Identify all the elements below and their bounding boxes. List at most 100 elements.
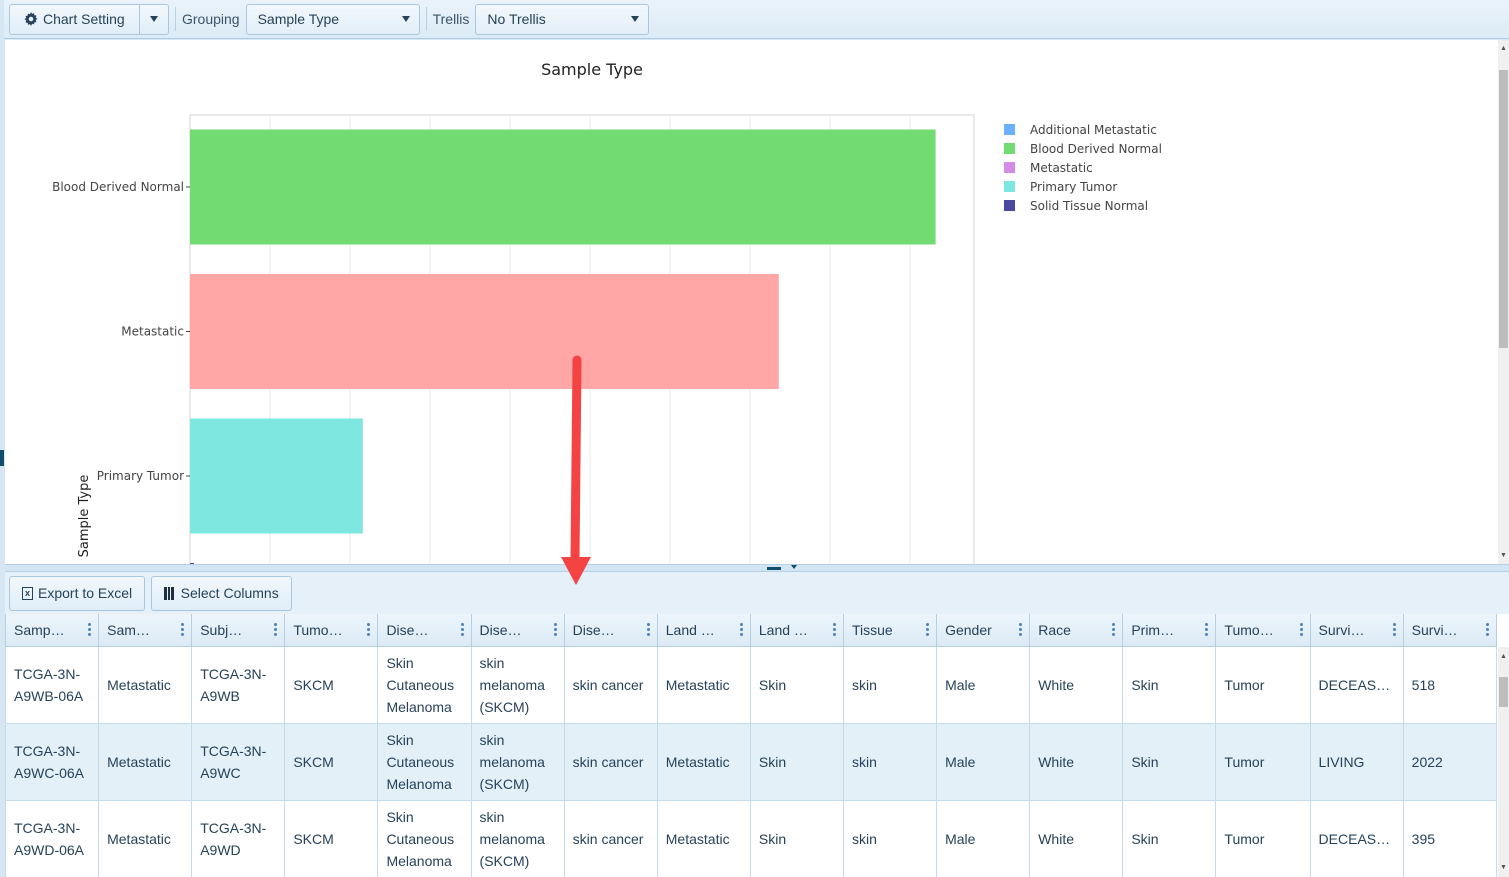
- table-header-row: Samp…Sam…Subj…Tumo…Dise…Dise…Dise…Land ……: [6, 614, 1497, 646]
- export-to-excel-button[interactable]: x Export to Excel: [9, 576, 145, 611]
- chart-setting-button[interactable]: Chart Setting: [9, 4, 140, 35]
- table-cell: Male: [937, 646, 1030, 723]
- table-cell: skin cancer: [564, 800, 657, 877]
- table-cell: Skin Cutaneous Melanoma: [378, 723, 471, 800]
- y-tick-label: Primary Tumor: [97, 469, 184, 483]
- scrollbar-thumb[interactable]: [1499, 70, 1508, 348]
- table-cell: White: [1030, 800, 1123, 877]
- splitter-collapse-icon[interactable]: [791, 565, 797, 569]
- column-header-label: Dise…: [480, 622, 522, 638]
- table-cell: skin: [843, 800, 936, 877]
- table-cell: Metastatic: [99, 646, 192, 723]
- column-header[interactable]: Dise…: [564, 614, 657, 646]
- grid-toolbar: x Export to Excel Select Columns: [5, 572, 1509, 614]
- legend-swatch[interactable]: [1004, 181, 1015, 192]
- column-header[interactable]: Samp…: [6, 614, 99, 646]
- column-header[interactable]: Prim…: [1123, 614, 1216, 646]
- bar-primary-tumor[interactable]: [190, 419, 363, 534]
- chart-setting-dropdown-button[interactable]: [140, 4, 169, 35]
- column-header-label: Land …: [666, 622, 715, 638]
- table-cell: Metastatic: [657, 800, 750, 877]
- select-columns-label: Select Columns: [181, 585, 279, 601]
- column-menu-icon[interactable]: [88, 623, 91, 636]
- table-row[interactable]: TCGA-3N-A9WC-06AMetastaticTCGA-3N-A9WCSK…: [6, 723, 1497, 800]
- column-header[interactable]: Land …: [657, 614, 750, 646]
- grid-scrollbar[interactable]: ▲ ▼: [1498, 647, 1509, 877]
- table-cell: Skin Cutaneous Melanoma: [378, 800, 471, 877]
- column-menu-icon[interactable]: [1393, 623, 1396, 636]
- column-menu-icon[interactable]: [274, 623, 277, 636]
- chart-panel-scrollbar[interactable]: ▲ ▼: [1498, 40, 1509, 564]
- legend-label[interactable]: Solid Tissue Normal: [1030, 199, 1148, 213]
- trellis-select[interactable]: No Trellis: [475, 4, 649, 35]
- legend-swatch[interactable]: [1004, 200, 1015, 211]
- column-header[interactable]: Survi…: [1403, 614, 1496, 646]
- caret-down-icon: [402, 16, 410, 22]
- scroll-down-icon[interactable]: ▼: [1500, 552, 1507, 559]
- column-menu-icon[interactable]: [833, 623, 836, 636]
- column-menu-icon[interactable]: [1300, 623, 1303, 636]
- splitter-grip-icon[interactable]: [767, 567, 781, 570]
- legend-label[interactable]: Primary Tumor: [1030, 180, 1117, 194]
- column-header[interactable]: Sam…: [99, 614, 192, 646]
- legend-label[interactable]: Additional Metastatic: [1030, 123, 1157, 137]
- column-menu-icon[interactable]: [554, 623, 557, 636]
- column-header[interactable]: Tumo…: [1216, 614, 1310, 646]
- bar-metastatic[interactable]: [190, 274, 779, 389]
- select-columns-button[interactable]: Select Columns: [151, 576, 292, 611]
- column-header[interactable]: Dise…: [378, 614, 471, 646]
- column-menu-icon[interactable]: [1019, 623, 1022, 636]
- column-header[interactable]: Land …: [750, 614, 843, 646]
- column-header[interactable]: Dise…: [471, 614, 564, 646]
- column-header[interactable]: Race: [1030, 614, 1123, 646]
- table-cell: 2022: [1403, 723, 1496, 800]
- table-cell: Skin: [1123, 646, 1216, 723]
- column-menu-icon[interactable]: [181, 623, 184, 636]
- column-header-label: Dise…: [386, 622, 428, 638]
- table-cell: Skin: [750, 723, 843, 800]
- table-cell: skin melanoma (SKCM): [471, 723, 564, 800]
- columns-icon: [164, 587, 174, 600]
- y-axis-label: Sample Type: [77, 475, 92, 558]
- column-menu-icon[interactable]: [1205, 623, 1208, 636]
- table-cell: skin: [843, 723, 936, 800]
- column-menu-icon[interactable]: [367, 623, 370, 636]
- column-header[interactable]: Gender: [937, 614, 1030, 646]
- column-menu-icon[interactable]: [461, 623, 464, 636]
- column-header[interactable]: Subj…: [192, 614, 285, 646]
- legend-swatch[interactable]: [1004, 143, 1015, 154]
- column-header[interactable]: Tissue: [843, 614, 936, 646]
- column-header-label: Sam…: [107, 622, 150, 638]
- caret-down-icon: [150, 16, 158, 22]
- table-cell: Skin: [750, 800, 843, 877]
- column-menu-icon[interactable]: [926, 623, 929, 636]
- column-header[interactable]: Survi…: [1310, 614, 1403, 646]
- legend-swatch[interactable]: [1004, 124, 1015, 135]
- table-cell: Tumor: [1216, 646, 1310, 723]
- column-header-label: Tissue: [852, 622, 893, 638]
- table-cell: TCGA-3N-A9WD: [192, 800, 285, 877]
- column-menu-icon[interactable]: [647, 623, 650, 636]
- column-header[interactable]: Tumo…: [285, 614, 378, 646]
- column-menu-icon[interactable]: [1486, 623, 1489, 636]
- table-cell: DECEAS…: [1310, 646, 1403, 723]
- column-menu-icon[interactable]: [740, 623, 743, 636]
- scroll-up-icon[interactable]: ▲: [1500, 653, 1507, 660]
- scrollbar-thumb[interactable]: [1499, 677, 1508, 707]
- app-window: Chart Setting Grouping Sample Type Trell…: [0, 0, 1509, 877]
- scroll-up-icon[interactable]: ▲: [1500, 45, 1507, 52]
- panel-splitter[interactable]: [5, 564, 1509, 572]
- left-panel-collapse-handle[interactable]: [0, 450, 4, 466]
- legend-swatch[interactable]: [1004, 162, 1015, 173]
- grouping-select[interactable]: Sample Type: [246, 4, 420, 35]
- table-row[interactable]: TCGA-3N-A9WB-06AMetastaticTCGA-3N-A9WBSK…: [6, 646, 1497, 723]
- column-header-label: Dise…: [573, 622, 615, 638]
- table-row[interactable]: TCGA-3N-A9WD-06AMetastaticTCGA-3N-A9WDSK…: [6, 800, 1497, 877]
- scroll-down-icon[interactable]: ▼: [1500, 864, 1507, 871]
- bar-blood-derived-normal[interactable]: [190, 130, 936, 245]
- legend-label[interactable]: Metastatic: [1030, 161, 1093, 175]
- column-header-label: Race: [1038, 622, 1071, 638]
- table-cell: SKCM: [285, 646, 378, 723]
- column-menu-icon[interactable]: [1112, 623, 1115, 636]
- legend-label[interactable]: Blood Derived Normal: [1030, 142, 1162, 156]
